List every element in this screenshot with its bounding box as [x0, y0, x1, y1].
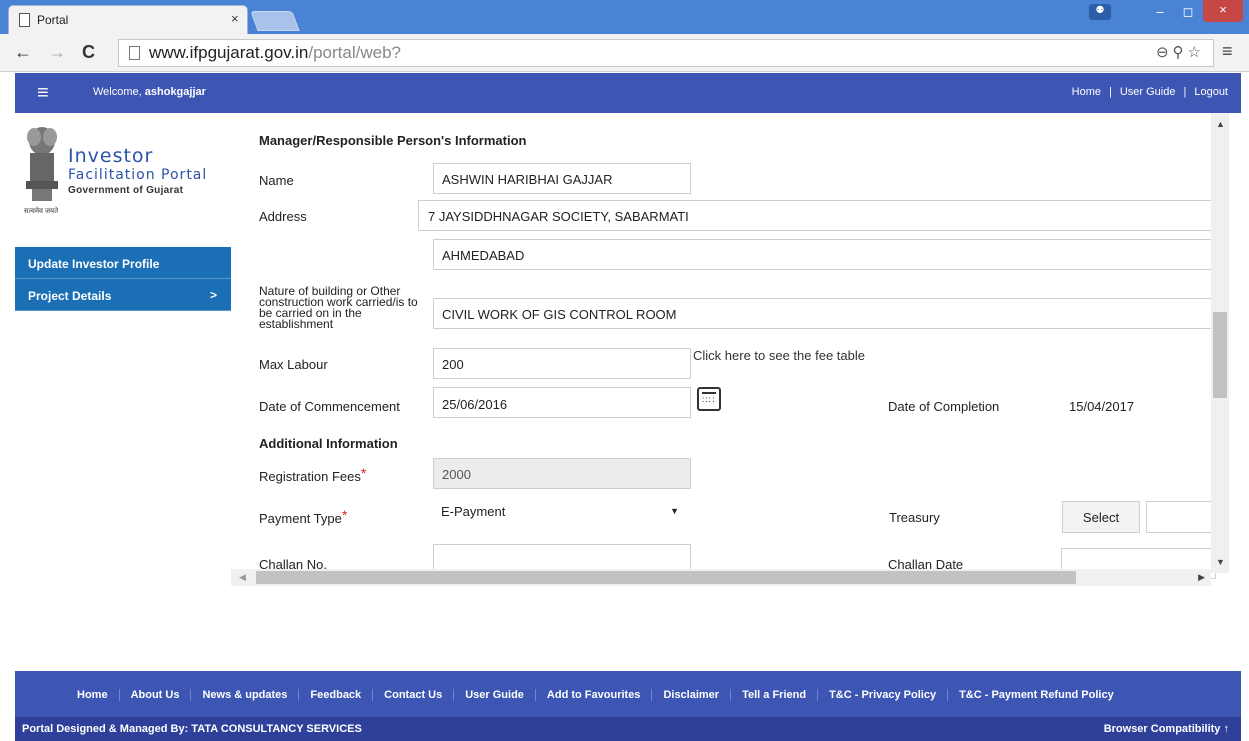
treasury-select-button[interactable]: Select — [1062, 501, 1140, 533]
footer-link-refund[interactable]: T&C - Payment Refund Policy — [959, 689, 1114, 701]
nature-field[interactable]: CIVIL WORK OF GIS CONTROL ROOM — [433, 298, 1218, 329]
payment-type-value: E-Payment — [441, 504, 506, 519]
footer-link-disclaimer[interactable]: Disclaimer — [663, 689, 732, 701]
welcome-text: Welcome, ashokgajjar — [93, 86, 206, 98]
max-labour-label: Max Labour — [259, 357, 328, 372]
browser-tab[interactable]: Portal × — [8, 5, 248, 34]
footer-credit: Portal Designed & Managed By: TATA CONSU… — [22, 723, 362, 735]
url-host: www.ifpgujarat.gov.in — [149, 43, 309, 62]
sidebar-item-label: Project Details — [28, 289, 112, 303]
footer-nav: Home About Us News & updates Feedback Contac… — [77, 689, 1114, 701]
footer-link-tell-friend[interactable]: Tell a Friend — [742, 689, 819, 701]
fee-table-link[interactable]: Click here to see the fee table — [693, 348, 865, 363]
logo-investor-text: Investor — [68, 145, 154, 167]
scroll-down-icon[interactable]: ▼ — [1216, 557, 1225, 567]
address-bar: ← → C www.ifpgujarat.gov.in/portal/web? … — [0, 34, 1249, 72]
horizontal-scrollbar[interactable]: ◀ ▶ — [231, 569, 1211, 586]
page-icon — [129, 46, 140, 60]
extension-icon[interactable]: ⚲ — [1173, 44, 1188, 61]
sidebar-item-project-details[interactable]: Project Details > — [15, 279, 231, 311]
chevron-right-icon: > — [209, 288, 217, 302]
registration-form: Manager/Responsible Person's Information… — [231, 113, 1241, 579]
logo-motto: सत्यमेव जयते — [24, 208, 59, 215]
zoom-icon[interactable]: ⊖ — [1156, 44, 1173, 61]
portal-header: ≡ Welcome, ashokgajjar Home | User Guide | L… — [15, 73, 1241, 113]
sidebar-nav: Update Investor Profile Project Details … — [15, 247, 231, 311]
nature-label: Nature of building or Other construction… — [259, 284, 418, 331]
payment-type-label: Payment Type — [259, 511, 342, 526]
minimize-button[interactable]: – — [1148, 2, 1172, 24]
browser-titlebar: Portal × ⚉ – ◻ × — [0, 0, 1249, 34]
footer-link-favourites[interactable]: Add to Favourites — [546, 689, 653, 701]
treasury-label: Treasury — [889, 510, 940, 525]
sidebar-item-update-profile[interactable]: Update Investor Profile — [15, 247, 231, 279]
calendar-icon[interactable]: ∷∷ — [697, 387, 721, 411]
url-input[interactable]: www.ifpgujarat.gov.in/portal/web? ⊖⚲☆ — [118, 39, 1214, 67]
completion-date-field[interactable]: 15/04/2017 — [1061, 391, 1221, 422]
dropdown-arrow-icon: ▼ — [670, 506, 679, 516]
sidebar-item-label: Update Investor Profile — [28, 257, 160, 271]
emblem-icon — [26, 127, 58, 201]
username: ashokgajjar — [144, 86, 206, 98]
footer-link-news[interactable]: News & updates — [202, 689, 300, 701]
footer-link-contact[interactable]: Contact Us — [384, 689, 455, 701]
forward-arrow-icon[interactable]: → — [48, 42, 66, 63]
footer-link-about[interactable]: About Us — [130, 689, 192, 701]
vertical-scrollbar[interactable]: ▲ ▼ — [1211, 113, 1229, 573]
close-window-button[interactable]: × — [1203, 0, 1243, 22]
footer-bottom-bar: Portal Designed & Managed By: TATA CONSU… — [15, 717, 1241, 741]
scrollbar-thumb[interactable] — [256, 571, 1076, 584]
star-icon[interactable]: ☆ — [1188, 44, 1205, 61]
portal-logo[interactable]: Investor Facilitation Portal Government … — [22, 123, 232, 218]
additional-section-title: Additional Information — [259, 436, 398, 451]
manager-section-title: Manager/Responsible Person's Information — [259, 133, 527, 148]
required-mark: * — [341, 507, 348, 523]
scroll-left-icon[interactable]: ◀ — [239, 572, 246, 583]
scrollbar-thumb[interactable] — [1213, 312, 1227, 398]
max-labour-field[interactable]: 200 — [433, 348, 691, 379]
header-links: Home | User Guide | Logout — [1071, 86, 1228, 98]
footer-link-privacy[interactable]: T&C - Privacy Policy — [829, 689, 949, 701]
profile-icon[interactable]: ⚉ — [1089, 4, 1111, 20]
reg-fees-label: Registration Fees — [259, 469, 361, 484]
maximize-button[interactable]: ◻ — [1176, 2, 1200, 24]
treasury-field[interactable] — [1146, 501, 1221, 533]
scroll-right-icon[interactable]: ▶ — [1198, 572, 1205, 583]
logo-facilitation-text: Facilitation Portal — [68, 167, 208, 183]
address-line1-field[interactable]: 7 JAYSIDDHNAGAR SOCIETY, SABARMATI — [418, 200, 1218, 231]
footer-link-home[interactable]: Home — [77, 689, 120, 701]
footer-link-feedback[interactable]: Feedback — [310, 689, 374, 701]
footer-link-user-guide[interactable]: User Guide — [465, 689, 536, 701]
reload-icon[interactable]: C — [82, 42, 95, 63]
main-content: Manager/Responsible Person's Information… — [231, 113, 1241, 589]
payment-type-select[interactable]: E-Payment ▼ — [433, 499, 691, 530]
commencement-date-field[interactable]: 25/06/2016 — [433, 387, 691, 418]
completion-label: Date of Completion — [888, 399, 1000, 414]
chrome-menu-icon[interactable]: ≡ — [1222, 41, 1233, 62]
tab-title: Portal — [37, 13, 69, 27]
footer-links-bar: Home About Us News & updates Feedback Contac… — [15, 671, 1241, 717]
name-label: Name — [259, 173, 294, 188]
address-line2-field[interactable]: AHMEDABAD — [433, 239, 1218, 270]
page-icon — [19, 13, 30, 27]
commencement-label: Date of Commencement — [259, 399, 400, 414]
header-home-link[interactable]: Home — [1072, 86, 1101, 98]
required-mark: * — [360, 465, 367, 481]
header-logout-link[interactable]: Logout — [1194, 86, 1228, 98]
header-user-guide-link[interactable]: User Guide — [1120, 86, 1176, 98]
url-path: /portal/web? — [308, 43, 401, 62]
sidebar: Investor Facilitation Portal Government … — [15, 113, 231, 671]
scroll-up-icon[interactable]: ▲ — [1216, 119, 1225, 129]
back-arrow-icon[interactable]: ← — [14, 42, 32, 63]
name-field[interactable]: ASHWIN HARIBHAI GAJJAR — [433, 163, 691, 194]
hamburger-menu-icon[interactable]: ≡ — [37, 82, 49, 105]
address-label: Address — [259, 209, 307, 224]
logo-government-text: Government of Gujarat — [68, 185, 184, 196]
new-tab-button[interactable] — [250, 11, 300, 31]
browser-compat-link[interactable]: Browser Compatibility — [1104, 723, 1221, 735]
arrow-up-icon[interactable]: ↑ — [1224, 723, 1230, 735]
tab-close-icon[interactable]: × — [231, 11, 239, 26]
reg-fees-field: 2000 — [433, 458, 691, 489]
